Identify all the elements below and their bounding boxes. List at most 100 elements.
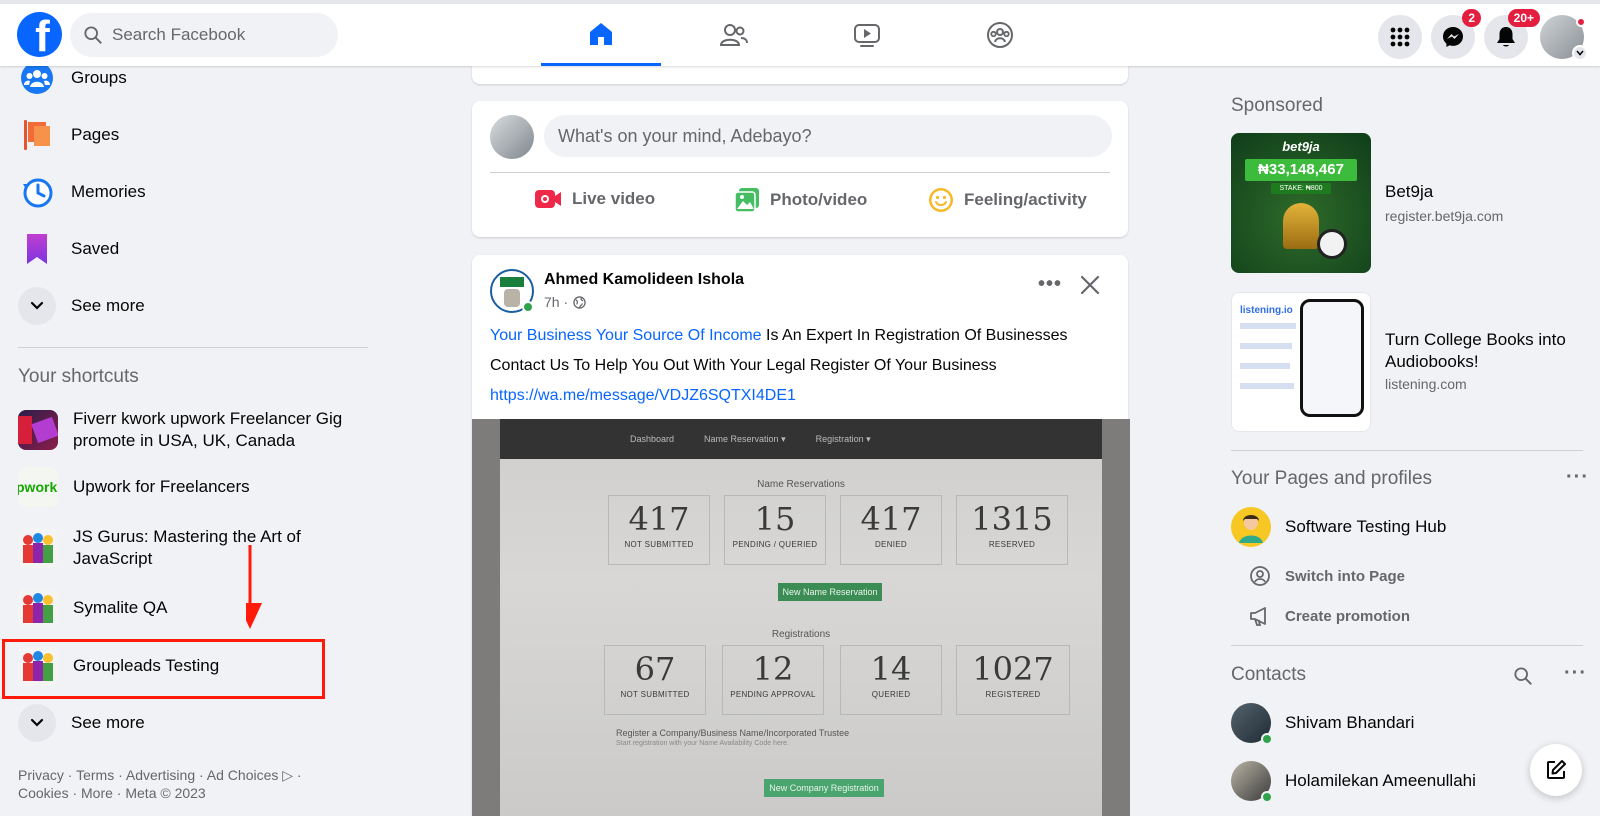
photo-green-button: New Company Registration	[764, 779, 884, 797]
megaphone-icon	[1250, 607, 1266, 626]
smiley-icon	[929, 188, 953, 212]
group-thumbnail: pwork	[18, 467, 58, 507]
contact-item[interactable]: Holamilekan Ameenullahi	[1231, 761, 1476, 803]
switch-into-page-button[interactable]: Switch into Page	[1249, 565, 1405, 587]
group-thumbnail	[18, 528, 58, 568]
page-name: Software Testing Hub	[1285, 517, 1447, 536]
see-more-label: See more	[71, 296, 145, 315]
live-video-button[interactable]: Live video	[534, 187, 655, 211]
post-author-name[interactable]: Ahmed Kamolideen Ishola	[544, 271, 744, 289]
ad-title[interactable]: Turn College Books into Audiobooks!	[1385, 329, 1595, 373]
search-box[interactable]	[70, 13, 338, 57]
grid-menu-icon	[1390, 27, 1410, 47]
footer-links[interactable]: Privacy · Terms · Advertising · Ad Choic…	[18, 766, 338, 802]
composer-divider	[490, 172, 1110, 173]
trophy-icon	[1283, 203, 1319, 249]
watch-tab[interactable]	[807, 4, 927, 66]
post-card: Ahmed Kamolideen Ishola 7h · ••• Your Bu…	[472, 255, 1130, 816]
composer-card: What's on your mind, Adebayo? Live video…	[472, 101, 1128, 237]
sidebar-item-memories[interactable]: Memories	[18, 173, 146, 211]
sidebar-item-pages[interactable]: Pages	[18, 116, 119, 154]
account-avatar[interactable]	[1540, 15, 1588, 61]
sponsored-heading: Sponsored	[1231, 95, 1323, 116]
create-promotion-button[interactable]: Create promotion	[1249, 605, 1410, 627]
notifications-badge: 20+	[1507, 9, 1540, 27]
switch-profile-icon	[1250, 566, 1270, 586]
photo-register-text: Register a Company/Business Name/Incorpo…	[616, 728, 850, 738]
ad-thumbnail-bet9ja[interactable]: bet9ja ₦33,148,467 STAKE: ₦800	[1231, 133, 1371, 273]
shortcuts-see-more-button[interactable]: See more	[18, 704, 145, 742]
post-more-options-icon[interactable]: •••	[1038, 273, 1062, 296]
bell-icon	[1497, 27, 1515, 47]
group-thumbnail	[18, 410, 58, 450]
contact-avatar	[1231, 703, 1273, 745]
new-message-button[interactable]	[1530, 744, 1582, 796]
search-icon[interactable]	[1514, 667, 1532, 685]
chevron-down-icon	[18, 287, 56, 325]
post-text-line2: Contact Us To Help You Out With Your Leg…	[490, 357, 997, 374]
notifications-button[interactable]: 20+	[1484, 9, 1540, 59]
shortcut-label: Symalite QA	[73, 598, 168, 617]
shortcut-item[interactable]: Symalite QA	[18, 588, 167, 628]
contact-avatar	[1231, 761, 1273, 803]
contacts-more-options-icon[interactable]: ···	[1564, 662, 1587, 685]
page-avatar	[1231, 507, 1271, 547]
page-software-testing-hub[interactable]: Software Testing Hub	[1231, 507, 1446, 547]
ad-thumbnail-listening[interactable]: listening.io	[1231, 292, 1371, 432]
home-tab[interactable]	[541, 4, 661, 66]
post-time[interactable]: 7h ·	[544, 294, 568, 310]
contacts-heading: Contacts	[1231, 664, 1306, 685]
sidebar-divider	[18, 347, 368, 348]
contact-name: Shivam Bhandari	[1285, 713, 1415, 732]
football-icon	[1317, 229, 1347, 259]
compose-edit-icon	[1547, 760, 1566, 779]
shortcut-item[interactable]: Fiverr kwork upwork Freelancer Gig promo…	[18, 408, 363, 452]
photo-screen-nav: Dashboard Name Reservation ▾ Registration …	[500, 419, 1102, 459]
shortcuts-heading: Your shortcuts	[18, 366, 139, 387]
post-url-link[interactable]: https://wa.me/message/VDJZ6SQTXI4DE1	[490, 385, 796, 407]
top-navigation-bar: f 2 20+	[0, 0, 1600, 66]
photo-section-heading: Registrations	[771, 629, 831, 640]
sidebar-item-saved[interactable]: Saved	[18, 230, 119, 268]
ad-url: listening.com	[1385, 376, 1467, 392]
friends-icon	[719, 24, 748, 46]
close-icon[interactable]	[1080, 275, 1100, 295]
facebook-logo[interactable]: f	[17, 12, 62, 57]
shortcut-item[interactable]: JS Gurus: Mastering the Art of JavaScrip…	[18, 526, 363, 570]
ad-url: register.bet9ja.com	[1385, 208, 1504, 224]
shortcut-item[interactable]: pwork Upwork for Freelancers	[18, 467, 250, 507]
groups-tab[interactable]	[940, 4, 1060, 66]
online-status-dot	[522, 301, 534, 313]
sidebar-item-label: Groups	[71, 68, 127, 87]
chevron-down-icon	[1572, 45, 1588, 61]
messenger-button[interactable]: 2	[1431, 9, 1481, 59]
see-more-button[interactable]: See more	[18, 287, 145, 325]
photo-register-subtext: Start registration with your Name Availa…	[616, 740, 790, 747]
friends-tab[interactable]	[674, 4, 794, 66]
memories-clock-icon	[18, 173, 56, 211]
online-status-dot	[1261, 733, 1273, 745]
phone-mockup	[1300, 299, 1364, 417]
right-divider	[1231, 645, 1583, 646]
post-hashtag-link[interactable]: Your Business Your Source Of Income	[490, 327, 762, 344]
post-photo[interactable]: Dashboard Name Reservation ▾ Registration …	[472, 419, 1130, 816]
ad-title[interactable]: Bet9ja	[1385, 181, 1595, 203]
search-input[interactable]	[112, 25, 312, 45]
right-divider	[1231, 450, 1583, 451]
sidebar-item-label: Pages	[71, 125, 120, 144]
annotation-arrow	[246, 545, 262, 629]
shortcut-label: Fiverr kwork upwork Freelancer Gig promo…	[73, 409, 343, 450]
contact-item[interactable]: Shivam Bhandari	[1231, 703, 1415, 745]
menu-button[interactable]	[1378, 15, 1422, 59]
user-avatar	[490, 115, 534, 159]
groups-nav-icon	[987, 22, 1013, 48]
photo-icon	[734, 188, 759, 213]
composer-input[interactable]: What's on your mind, Adebayo?	[544, 115, 1112, 157]
photo-video-button[interactable]: Photo/video	[734, 187, 867, 213]
online-status-dot	[1261, 791, 1273, 803]
pages-more-options-icon[interactable]: ···	[1566, 466, 1589, 489]
video-play-icon	[854, 24, 880, 47]
photo-laptop-screen: Dashboard Name Reservation ▾ Registration …	[500, 419, 1102, 816]
contact-name: Holamilekan Ameenullahi	[1285, 771, 1476, 790]
feeling-activity-button[interactable]: Feeling/activity	[928, 187, 1087, 213]
